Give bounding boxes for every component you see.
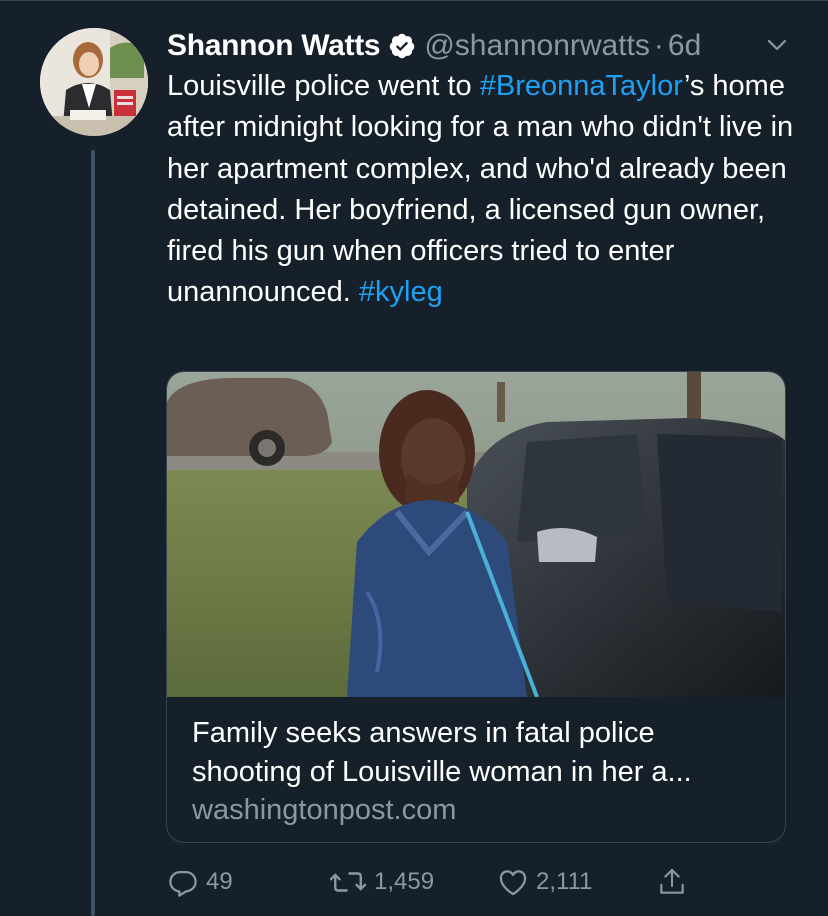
handle[interactable]: @shannonrwatts (424, 29, 650, 63)
retweet-button[interactable]: 1,459 (328, 862, 434, 902)
chevron-down-icon[interactable] (766, 34, 788, 56)
link-card[interactable]: Family seeks answers in fatal police sho… (166, 371, 786, 843)
retweet-count: 1,459 (374, 868, 435, 895)
separator-dot: · (653, 29, 664, 62)
tweet-text-part1: Louisville police went to (167, 70, 480, 102)
top-divider (0, 0, 828, 1)
like-count: 2,111 (536, 868, 593, 895)
card-title-line2: shooting of Louisville woman in her a... (192, 756, 692, 788)
card-title-line1: Family seeks answers in fatal police (192, 717, 655, 749)
share-icon (656, 865, 688, 899)
like-button[interactable]: 2,111 (496, 862, 593, 902)
tweet-text-part2: ’s home after midnight looking for a man… (167, 70, 802, 309)
heart-icon (496, 865, 530, 899)
share-button[interactable] (656, 862, 688, 902)
hashtag-kyleg[interactable]: #kyleg (359, 276, 443, 308)
reply-icon (166, 865, 200, 899)
tweet[interactable]: Shannon Watts @shannonrwatts · 6d Louisv… (0, 0, 828, 916)
timestamp[interactable]: 6d (668, 29, 701, 63)
hashtag-breonnataylor[interactable]: #BreonnaTaylor (480, 70, 684, 102)
display-name[interactable]: Shannon Watts (167, 29, 381, 63)
retweet-icon (328, 865, 368, 899)
reply-count: 49 (206, 868, 233, 895)
reply-button[interactable]: 49 (166, 862, 233, 902)
card-domain: washingtonpost.com (192, 794, 457, 826)
card-image (167, 372, 785, 697)
tweet-text: Louisville police went to #BreonnaTaylor… (167, 66, 797, 314)
verified-badge-icon (388, 32, 416, 60)
thread-line (91, 150, 95, 916)
card-text: Family seeks answers in fatal police sho… (192, 714, 772, 829)
avatar-photo (40, 28, 148, 136)
avatar[interactable] (40, 28, 148, 136)
action-bar: 49 1,459 2,111 (166, 862, 706, 902)
tweet-header: Shannon Watts @shannonrwatts · 6d (167, 26, 807, 66)
